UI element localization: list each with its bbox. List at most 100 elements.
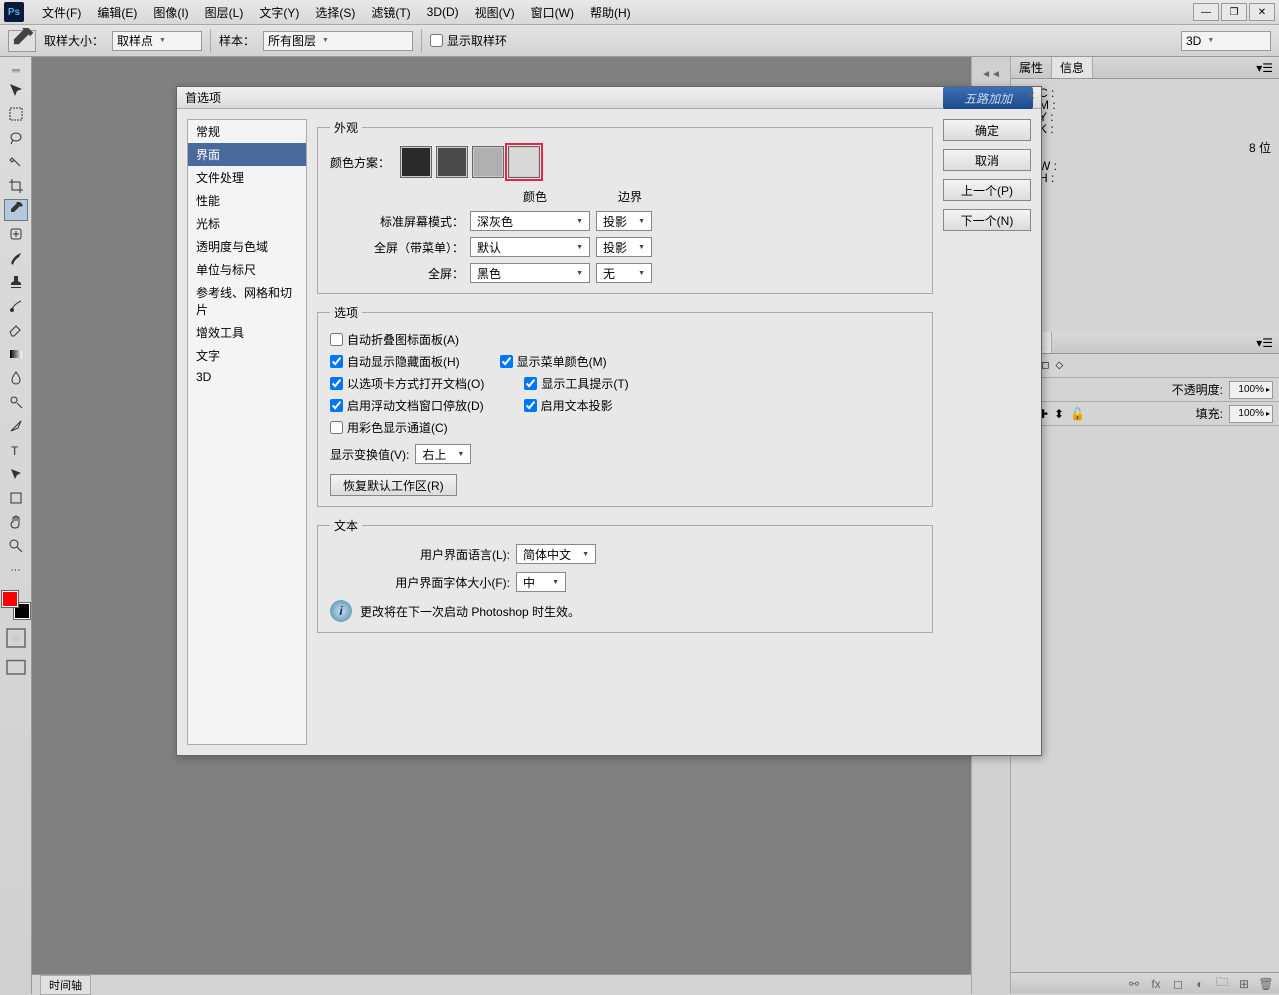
menu-file[interactable]: 文件(F) xyxy=(34,2,89,23)
brush-tool[interactable] xyxy=(4,247,28,269)
move-tool[interactable] xyxy=(4,79,28,101)
channels-menu-icon[interactable]: ▾☰ xyxy=(1250,336,1279,350)
fill-input[interactable]: 100% xyxy=(1229,405,1273,423)
chk-tabdoc[interactable]: 以选项卡方式打开文档(O) xyxy=(330,375,484,392)
cancel-button[interactable]: 取消 xyxy=(943,149,1031,171)
menu-3d[interactable]: 3D(D) xyxy=(419,3,467,21)
gradient-tool[interactable] xyxy=(4,343,28,365)
stamp-tool[interactable] xyxy=(4,271,28,293)
blur-tool[interactable] xyxy=(4,367,28,389)
screenmode-toggle[interactable] xyxy=(4,657,28,679)
menu-image[interactable]: 图像(I) xyxy=(145,2,196,23)
chk-tooltips[interactable]: 显示工具提示(T) xyxy=(524,375,628,392)
properties-tab[interactable]: 属性 xyxy=(1011,57,1052,78)
eyedropper-icon[interactable] xyxy=(8,30,36,52)
menu-help[interactable]: 帮助(H) xyxy=(582,2,639,23)
prefs-guides[interactable]: 参考线、网格和切片 xyxy=(188,281,306,321)
sample-select[interactable]: 所有图层 xyxy=(263,31,413,51)
marquee-tool[interactable] xyxy=(4,103,28,125)
scheme-dark1[interactable] xyxy=(400,146,432,178)
prefs-type[interactable]: 文字 xyxy=(188,344,306,367)
window-close[interactable]: ✕ xyxy=(1249,3,1275,21)
fx-icon[interactable]: fx xyxy=(1149,977,1163,991)
pen-tool[interactable] xyxy=(4,415,28,437)
opacity-label: 不透明度: xyxy=(1172,381,1223,398)
prev-button[interactable]: 上一个(P) xyxy=(943,179,1031,201)
menu-window[interactable]: 窗口(W) xyxy=(523,2,582,23)
prefs-general[interactable]: 常规 xyxy=(188,120,306,143)
info-tab[interactable]: 信息 xyxy=(1052,57,1093,78)
std-color-select[interactable]: 深灰色 xyxy=(470,211,590,231)
trash-icon[interactable]: 🗑 xyxy=(1259,977,1273,991)
eyedropper-tool[interactable] xyxy=(4,199,28,221)
adjustment-icon[interactable]: ◐ xyxy=(1193,977,1207,991)
zoom-tool[interactable] xyxy=(4,535,28,557)
show-ring-check[interactable]: 显示取样环 xyxy=(430,32,507,49)
prefs-3d[interactable]: 3D xyxy=(188,367,306,387)
chk-menucolor[interactable]: 显示菜单颜色(M) xyxy=(500,353,607,370)
dialog-close-icon[interactable]: × xyxy=(1027,87,1035,103)
hand-tool[interactable] xyxy=(4,511,28,533)
next-button[interactable]: 下一个(N) xyxy=(943,209,1031,231)
prefs-interface[interactable]: 界面 xyxy=(188,143,306,166)
ui-language-select[interactable]: 简体中文 xyxy=(516,544,596,564)
chk-floatdock[interactable]: 启用浮动文档窗口停放(D) xyxy=(330,397,484,414)
prefs-units[interactable]: 单位与标尺 xyxy=(188,258,306,281)
prefs-cursors[interactable]: 光标 xyxy=(188,212,306,235)
edit-toolbar[interactable]: ⋯ xyxy=(4,559,28,581)
transform-value-select[interactable]: 右上 xyxy=(415,444,471,464)
group-icon[interactable]: 🗀 xyxy=(1215,977,1229,991)
sample-size-select[interactable]: 取样点 xyxy=(112,31,202,51)
prefs-category-list: 常规 界面 文件处理 性能 光标 透明度与色域 单位与标尺 参考线、网格和切片 … xyxy=(187,119,307,745)
new-layer-icon[interactable]: ⊞ xyxy=(1237,977,1251,991)
heal-tool[interactable] xyxy=(4,223,28,245)
window-maximize[interactable]: ❐ xyxy=(1221,3,1247,21)
link-icon[interactable]: ⚯ xyxy=(1127,977,1141,991)
panel-menu-icon[interactable]: ▾☰ xyxy=(1250,61,1279,75)
chk-colorchannels[interactable]: 用彩色显示通道(C) xyxy=(330,419,448,436)
shape-tool[interactable] xyxy=(4,487,28,509)
scheme-light2[interactable] xyxy=(508,146,540,178)
type-tool[interactable]: T xyxy=(4,439,28,461)
info-panel: ✎ C :M :Y :K : 8 位 + W :H : xyxy=(1011,79,1279,192)
full-color-select[interactable]: 黑色 xyxy=(470,263,590,283)
menu-select[interactable]: 选择(S) xyxy=(307,2,363,23)
chk-autoshow[interactable]: 自动显示隐藏面板(H) xyxy=(330,353,460,370)
opacity-input[interactable]: 100% xyxy=(1229,381,1273,399)
prefs-transparency[interactable]: 透明度与色域 xyxy=(188,235,306,258)
color-swatches[interactable] xyxy=(2,591,30,619)
fullmenu-color-select[interactable]: 默认 xyxy=(470,237,590,257)
foreground-color-swatch[interactable] xyxy=(2,591,18,607)
scheme-dark2[interactable] xyxy=(436,146,468,178)
toolbox-grip[interactable] xyxy=(12,69,20,73)
prefs-performance[interactable]: 性能 xyxy=(188,189,306,212)
eraser-tool[interactable] xyxy=(4,319,28,341)
menu-view[interactable]: 视图(V) xyxy=(467,2,523,23)
3d-mode-select[interactable]: 3D xyxy=(1181,31,1271,51)
menu-filter[interactable]: 滤镜(T) xyxy=(363,2,418,23)
lasso-tool[interactable] xyxy=(4,127,28,149)
prefs-filehandling[interactable]: 文件处理 xyxy=(188,166,306,189)
ui-fontsize-select[interactable]: 中 xyxy=(516,572,566,592)
std-border-select[interactable]: 投影 xyxy=(596,211,652,231)
chk-autocollapse[interactable]: 自动折叠图标面板(A) xyxy=(330,331,459,348)
path-select-tool[interactable] xyxy=(4,463,28,485)
timeline-tab[interactable]: 时间轴 xyxy=(40,975,91,995)
history-brush-tool[interactable] xyxy=(4,295,28,317)
prefs-plugins[interactable]: 增效工具 xyxy=(188,321,306,344)
quickmask-toggle[interactable] xyxy=(4,627,28,649)
chk-textshadow[interactable]: 启用文本投影 xyxy=(524,397,613,414)
menu-layer[interactable]: 图层(L) xyxy=(197,2,252,23)
crop-tool[interactable] xyxy=(4,175,28,197)
ok-button[interactable]: 确定 xyxy=(943,119,1031,141)
menu-edit[interactable]: 编辑(E) xyxy=(89,2,145,23)
reset-workspace-button[interactable]: 恢复默认工作区(R) xyxy=(330,474,457,496)
dodge-tool[interactable] xyxy=(4,391,28,413)
menu-type[interactable]: 文字(Y) xyxy=(251,2,307,23)
window-minimize[interactable]: — xyxy=(1193,3,1219,21)
wand-tool[interactable] xyxy=(4,151,28,173)
mask-icon[interactable]: ◻ xyxy=(1171,977,1185,991)
scheme-light1[interactable] xyxy=(472,146,504,178)
full-border-select[interactable]: 无 xyxy=(596,263,652,283)
fullmenu-border-select[interactable]: 投影 xyxy=(596,237,652,257)
